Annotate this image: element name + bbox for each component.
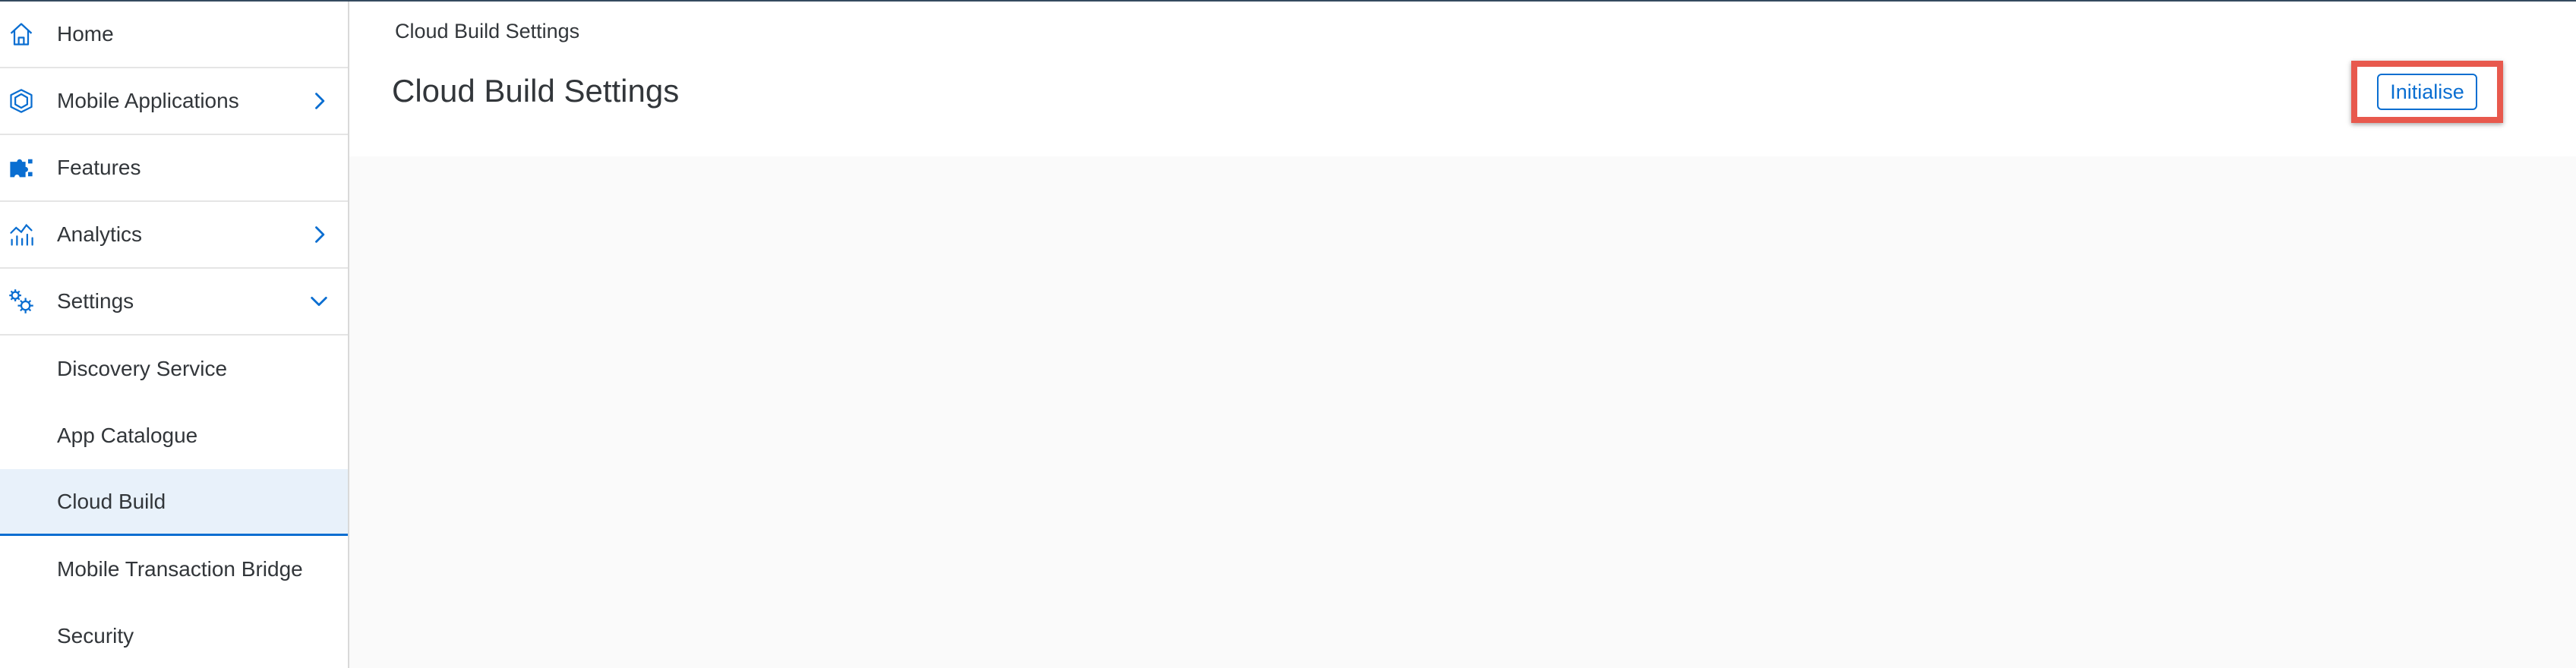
sidebar-item-cloud-build[interactable]: Cloud Build [0,469,348,536]
sidebar-item-home[interactable]: Home [0,2,348,68]
sidebar-item-label: Discovery Service [57,357,228,380]
sidebar-item-label: Analytics [57,222,143,246]
sidebar-item-settings[interactable]: Settings [0,269,348,336]
puzzle-icon [6,153,36,183]
chevron-right-icon[interactable] [307,89,331,113]
analytics-icon [6,219,36,250]
sidebar-item-security[interactable]: Security [0,603,348,668]
home-icon [6,19,36,49]
sidebar-item-label: Mobile Applications [57,89,239,112]
sidebar: Home Mobile Applications Features Analyt… [0,2,349,668]
sidebar-item-label: Home [57,22,114,46]
chevron-down-icon[interactable] [307,289,331,314]
sidebar-item-label: App Catalogue [57,424,198,447]
sidebar-item-mobile-transaction-bridge[interactable]: Mobile Transaction Bridge [0,536,348,603]
main-content: Cloud Build Settings Cloud Build Setting… [349,2,2576,668]
app-window: Home Mobile Applications Features Analyt… [0,0,2576,668]
page-header: Cloud Build Settings Cloud Build Setting… [349,2,2576,156]
gears-icon [6,286,36,317]
sidebar-item-features[interactable]: Features [0,135,348,202]
sidebar-item-analytics[interactable]: Analytics [0,202,348,269]
cube-icon [6,86,36,116]
sidebar-item-discovery-service[interactable]: Discovery Service [0,336,348,402]
initialise-button[interactable]: Initialise [2377,74,2477,110]
breadcrumb[interactable]: Cloud Build Settings [395,20,579,43]
sidebar-item-label: Settings [57,289,134,313]
sidebar-item-mobile-applications[interactable]: Mobile Applications [0,68,348,135]
sidebar-item-label: Cloud Build [57,489,166,513]
sidebar-item-label: Security [57,624,134,648]
sidebar-item-label: Mobile Transaction Bridge [57,557,303,581]
sidebar-item-label: Features [57,156,141,179]
sidebar-item-app-catalogue[interactable]: App Catalogue [0,402,348,469]
highlight-annotation: Initialise [2351,61,2503,123]
page-title: Cloud Build Settings [392,73,680,109]
chevron-right-icon[interactable] [307,222,331,247]
